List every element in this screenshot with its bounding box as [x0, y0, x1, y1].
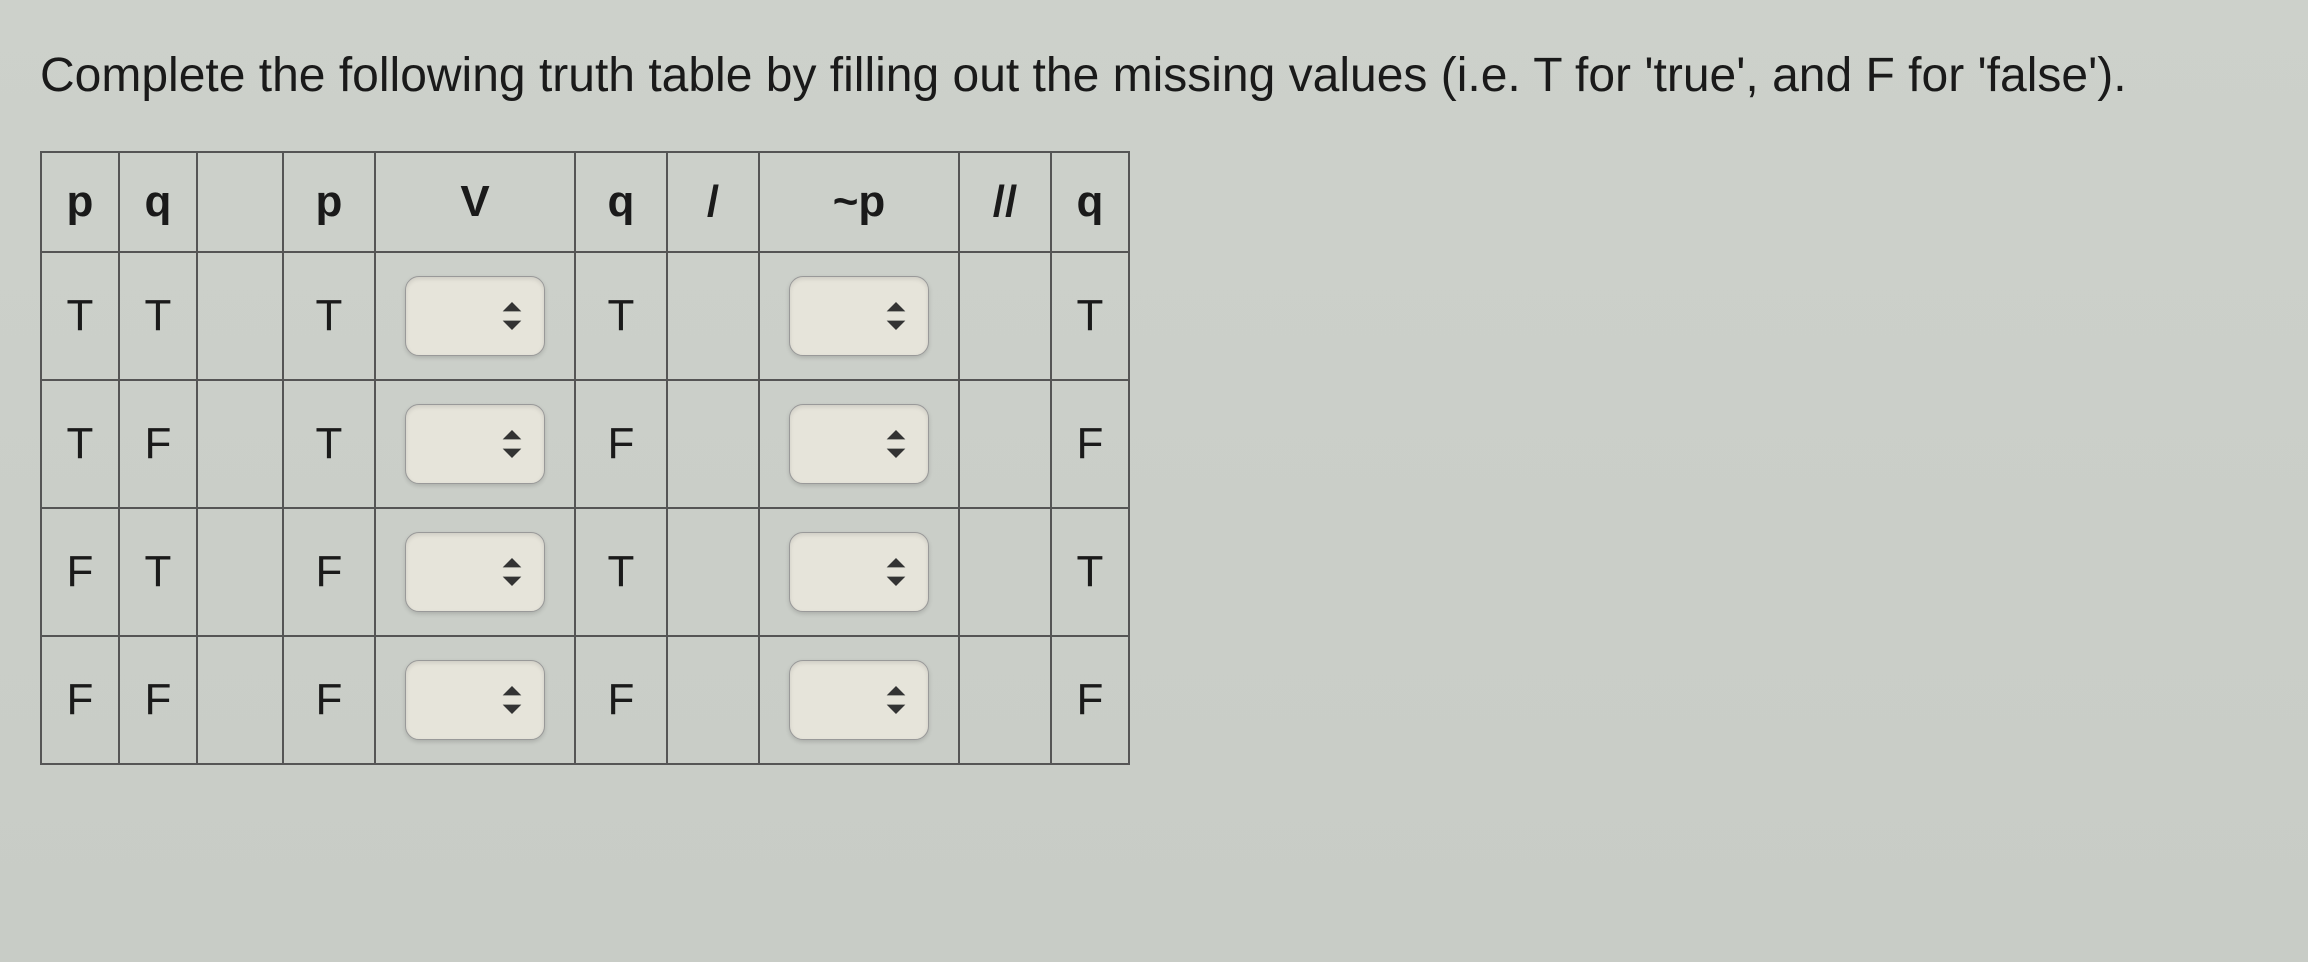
stepper-input[interactable] — [789, 404, 929, 484]
stepper-input[interactable] — [789, 276, 929, 356]
instructions-text: Complete the following truth table by fi… — [40, 30, 2268, 121]
stepper-input[interactable] — [405, 660, 545, 740]
chevron-up-down-icon — [882, 680, 910, 720]
cell-dblslash — [959, 636, 1051, 764]
cell-v-input — [375, 252, 575, 380]
cell-v-input — [375, 636, 575, 764]
cell-spacer — [197, 508, 283, 636]
chevron-up-down-icon — [498, 296, 526, 336]
cell-q2: F — [575, 380, 667, 508]
header-p: p — [41, 152, 119, 252]
cell-q2: F — [575, 636, 667, 764]
cell-v-input — [375, 508, 575, 636]
chevron-up-down-icon — [498, 424, 526, 464]
stepper-input[interactable] — [405, 276, 545, 356]
cell-q2: T — [575, 252, 667, 380]
table-row: F F F F F — [41, 636, 1129, 764]
cell-p2: F — [283, 508, 375, 636]
chevron-up-down-icon — [498, 552, 526, 592]
chevron-up-down-icon — [882, 552, 910, 592]
header-v: V — [375, 152, 575, 252]
cell-spacer — [197, 252, 283, 380]
cell-slash — [667, 636, 759, 764]
cell-notp-input — [759, 636, 959, 764]
cell-q3: F — [1051, 380, 1129, 508]
stepper-input[interactable] — [789, 660, 929, 740]
header-notp: ~p — [759, 152, 959, 252]
cell-spacer — [197, 636, 283, 764]
cell-q3: T — [1051, 508, 1129, 636]
cell-q2: T — [575, 508, 667, 636]
stepper-input[interactable] — [405, 532, 545, 612]
header-slash: / — [667, 152, 759, 252]
cell-p: F — [41, 636, 119, 764]
cell-q: F — [119, 380, 197, 508]
cell-dblslash — [959, 508, 1051, 636]
cell-slash — [667, 508, 759, 636]
chevron-up-down-icon — [882, 424, 910, 464]
truth-table: p q p V q / ~p // q T T T T T T F — [40, 151, 1130, 765]
cell-slash — [667, 380, 759, 508]
cell-v-input — [375, 380, 575, 508]
cell-dblslash — [959, 380, 1051, 508]
header-spacer-1 — [197, 152, 283, 252]
table-header-row: p q p V q / ~p // q — [41, 152, 1129, 252]
header-p2: p — [283, 152, 375, 252]
cell-notp-input — [759, 508, 959, 636]
cell-q: T — [119, 252, 197, 380]
header-q2: q — [575, 152, 667, 252]
header-dblslash: // — [959, 152, 1051, 252]
table-row: F T F T T — [41, 508, 1129, 636]
cell-notp-input — [759, 380, 959, 508]
cell-q3: T — [1051, 252, 1129, 380]
cell-p: F — [41, 508, 119, 636]
table-row: T F T F F — [41, 380, 1129, 508]
table-row: T T T T T — [41, 252, 1129, 380]
cell-spacer — [197, 380, 283, 508]
cell-p2: T — [283, 252, 375, 380]
cell-slash — [667, 252, 759, 380]
cell-notp-input — [759, 252, 959, 380]
header-q: q — [119, 152, 197, 252]
header-q3: q — [1051, 152, 1129, 252]
cell-p: T — [41, 252, 119, 380]
cell-q3: F — [1051, 636, 1129, 764]
cell-dblslash — [959, 252, 1051, 380]
stepper-input[interactable] — [405, 404, 545, 484]
cell-q: F — [119, 636, 197, 764]
cell-p: T — [41, 380, 119, 508]
stepper-input[interactable] — [789, 532, 929, 612]
chevron-up-down-icon — [882, 296, 910, 336]
cell-q: T — [119, 508, 197, 636]
cell-p2: T — [283, 380, 375, 508]
chevron-up-down-icon — [498, 680, 526, 720]
cell-p2: F — [283, 636, 375, 764]
